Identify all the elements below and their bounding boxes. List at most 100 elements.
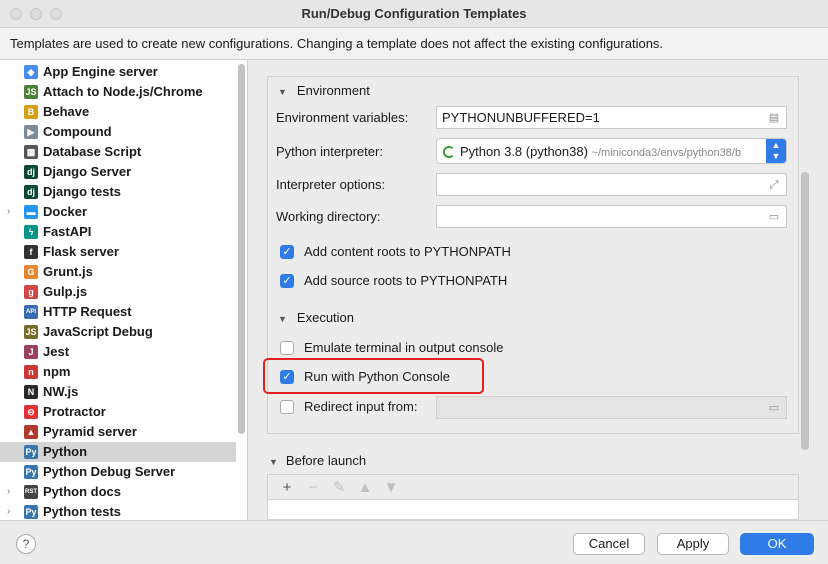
expand-icon[interactable]: ⤢ (768, 179, 780, 191)
help-button[interactable]: ? (16, 534, 36, 554)
interpreter-options-field[interactable]: ⤢ (436, 173, 787, 196)
working-directory-field[interactable]: ▭ (436, 205, 787, 228)
env-vars-field[interactable]: PYTHONUNBUFFERED=1 ▤ (436, 106, 787, 129)
collapse-triangle-icon[interactable]: ▼ (278, 314, 287, 324)
checkmark-icon[interactable]: ✓ (280, 244, 294, 259)
environment-section-label: Environment (296, 83, 370, 98)
jest-icon: J (24, 345, 38, 359)
expand-chevron-icon[interactable]: › (7, 486, 10, 497)
source-roots-checkbox[interactable]: ✓ Add source roots to PYTHONPATH (280, 273, 507, 288)
template-item[interactable]: G Grunt.js (0, 262, 236, 282)
interpreter-path: ~/miniconda3/envs/python38/b (591, 147, 742, 159)
templates-list-scrollbar[interactable] (238, 64, 245, 434)
execution-section-header[interactable]: ▼ Execution (278, 310, 354, 325)
before-launch-list[interactable] (267, 500, 799, 520)
env-vars-label: Environment variables: (276, 110, 409, 125)
before-launch-section-header[interactable]: ▼ Before launch (269, 453, 366, 468)
content-roots-label: Add content roots to PYTHONPATH (304, 244, 511, 259)
rst-icon: RST (24, 485, 38, 499)
ok-button[interactable]: OK (740, 533, 814, 555)
template-item[interactable]: API HTTP Request (0, 302, 236, 322)
python-debug-icon: Py (24, 465, 38, 479)
template-item[interactable]: Py Python (0, 442, 236, 462)
template-item[interactable]: n npm (0, 362, 236, 382)
template-item[interactable]: g Gulp.js (0, 282, 236, 302)
expand-chevron-icon[interactable]: › (7, 206, 10, 217)
template-item-label: Python (43, 444, 88, 459)
pyramid-icon: ▲ (24, 425, 38, 439)
info-text: Templates are used to create new configu… (10, 36, 664, 51)
template-item-label: Grunt.js (43, 264, 93, 279)
title-bar: Run/Debug Configuration Templates (0, 0, 828, 28)
emulate-terminal-checkbox[interactable]: Emulate terminal in output console (280, 340, 503, 355)
template-item[interactable]: ⊖ Protractor (0, 402, 236, 422)
nwjs-icon: N (24, 385, 38, 399)
template-item[interactable]: Py Python Debug Server (0, 462, 236, 482)
template-item[interactable]: ▶ Compound (0, 122, 236, 142)
template-item[interactable]: dj Django tests (0, 182, 236, 202)
collapse-triangle-icon[interactable]: ▼ (269, 457, 278, 467)
template-item-label: Database Script (43, 144, 142, 159)
template-item[interactable]: ϟ FastAPI (0, 222, 236, 242)
template-item[interactable]: JS JavaScript Debug (0, 322, 236, 342)
python-tests-icon: Py (24, 505, 38, 519)
template-item[interactable]: ▲ Pyramid server (0, 422, 236, 442)
template-item-label: Attach to Node.js/Chrome (43, 84, 203, 99)
expand-chevron-icon[interactable]: › (7, 506, 10, 517)
template-item-label: Pyramid server (43, 424, 137, 439)
add-icon[interactable]: + (274, 479, 300, 496)
template-item[interactable]: f Flask server (0, 242, 236, 262)
checkbox-empty-icon[interactable] (280, 340, 294, 355)
configuration-scrollbar[interactable] (801, 172, 809, 450)
interpreter-value: Python 3.8 (python38) (460, 144, 588, 159)
emulate-terminal-label: Emulate terminal in output console (304, 340, 504, 355)
template-item[interactable]: B Behave (0, 102, 236, 122)
template-item[interactable]: J Jest (0, 342, 236, 362)
grunt-icon: G (24, 265, 38, 279)
dialog-footer: ? Cancel Apply OK (0, 520, 828, 564)
django-tests-icon: dj (24, 185, 38, 199)
template-item[interactable]: dj Django Server (0, 162, 236, 182)
template-item-label: Python Debug Server (43, 464, 176, 479)
redirect-input-checkbox[interactable]: Redirect input from: (280, 399, 417, 414)
docker-icon: ▬ (24, 205, 38, 219)
redirect-input-label: Redirect input from: (304, 399, 418, 414)
edit-document-icon[interactable]: ▤ (768, 112, 780, 124)
workdir-label: Working directory: (276, 209, 381, 224)
template-item[interactable]: JS Attach to Node.js/Chrome (0, 82, 236, 102)
template-item[interactable]: ◆ App Engine server (0, 62, 236, 82)
npm-icon: n (24, 365, 38, 379)
database-icon: ▦ (24, 145, 38, 159)
template-item[interactable]: › RST Python docs (0, 482, 236, 502)
js-debug-icon: JS (24, 325, 38, 339)
apply-button[interactable]: Apply (657, 533, 729, 555)
template-item-label: npm (43, 364, 71, 379)
template-item[interactable]: ▦ Database Script (0, 142, 236, 162)
highlight-annotation (263, 358, 484, 394)
template-item[interactable]: N NW.js (0, 382, 236, 402)
templates-list[interactable]: › Py Python tests › RST Python docs Py Python D… (0, 60, 248, 520)
folder-icon: ▭ (768, 402, 780, 414)
template-item-label: App Engine server (43, 64, 158, 79)
interpreter-combobox[interactable]: Python 3.8 (python38) ~/miniconda3/envs/… (436, 138, 787, 164)
template-item-label: NW.js (43, 384, 79, 399)
remove-icon: − (308, 478, 318, 496)
template-item[interactable]: › ▬ Docker (0, 202, 236, 222)
template-item-label: HTTP Request (43, 304, 132, 319)
content-roots-checkbox[interactable]: ✓ Add content roots to PYTHONPATH (280, 244, 511, 259)
interpreter-label: Python interpreter: (276, 144, 383, 159)
folder-icon[interactable]: ▭ (768, 211, 780, 223)
move-down-icon: ▼ (383, 478, 399, 496)
collapse-triangle-icon[interactable]: ▼ (278, 87, 287, 97)
chevron-updown-icon[interactable]: ▲ ▼ (766, 139, 786, 163)
template-item-label: Jest (43, 344, 70, 359)
django-icon: dj (24, 165, 38, 179)
template-item-label: Python tests (43, 504, 122, 519)
python-interpreter-icon (443, 146, 455, 158)
checkmark-icon[interactable]: ✓ (280, 273, 294, 288)
environment-section-header[interactable]: ▼ Environment (278, 83, 370, 98)
fastapi-icon: ϟ (24, 225, 38, 239)
cancel-button[interactable]: Cancel (573, 533, 645, 555)
template-item[interactable]: › Py Python tests (0, 502, 236, 520)
checkbox-empty-icon[interactable] (280, 399, 294, 414)
